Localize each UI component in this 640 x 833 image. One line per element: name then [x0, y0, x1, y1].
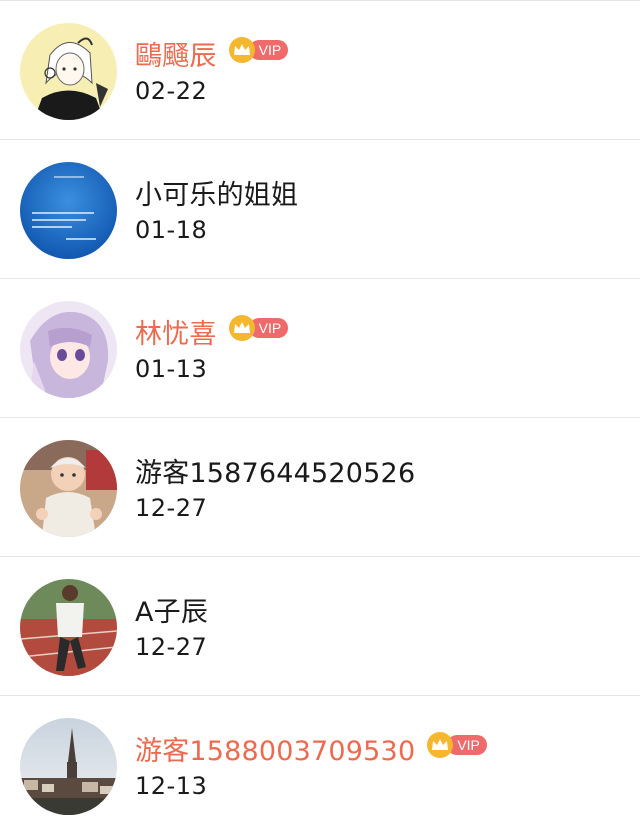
anime-girl-avatar-icon[interactable]: [20, 23, 117, 120]
list-item[interactable]: A子辰 12-27: [0, 556, 640, 695]
visit-date: 12-13: [135, 772, 208, 800]
crown-icon: [427, 732, 454, 758]
baby-photo-avatar-icon[interactable]: [20, 440, 117, 537]
user-name[interactable]: 林忧喜: [135, 312, 217, 351]
user-name[interactable]: 游客1587644520526: [135, 451, 415, 490]
vip-badge: VIP: [228, 37, 289, 63]
list-item[interactable]: 游客1587644520526 12-27: [0, 417, 640, 556]
crown-icon: [228, 37, 255, 63]
vip-label: VIP: [447, 735, 487, 755]
vip-badge: VIP: [228, 315, 289, 341]
list-item[interactable]: 鷗颾辰 VIP 02-22: [0, 0, 640, 139]
visit-date: 12-27: [135, 633, 208, 661]
visit-date: 12-27: [135, 494, 208, 522]
running-track-avatar-icon[interactable]: [20, 579, 117, 676]
user-name[interactable]: 鷗颾辰: [135, 34, 217, 73]
list-item[interactable]: 小可乐的姐姐 01-18: [0, 139, 640, 278]
user-name[interactable]: A子辰: [135, 590, 208, 629]
user-name[interactable]: 游客1588003709530: [135, 729, 415, 768]
list-item[interactable]: 游客1588003709530 VIP 12-13: [0, 695, 640, 833]
visitor-list: 鷗颾辰 VIP 02-22 小可乐的姐姐 01-18 林忧喜 VIP 01-13…: [0, 0, 640, 833]
blue-text-avatar-icon[interactable]: [20, 162, 117, 259]
visit-date: 01-13: [135, 355, 208, 383]
visit-date: 01-18: [135, 216, 208, 244]
crown-icon: [228, 315, 255, 341]
visit-date: 02-22: [135, 77, 208, 105]
anime-purple-hair-avatar-icon[interactable]: [20, 301, 117, 398]
user-name[interactable]: 小可乐的姐姐: [135, 173, 298, 212]
list-item[interactable]: 林忧喜 VIP 01-13: [0, 278, 640, 417]
vip-badge: VIP: [427, 732, 487, 758]
church-town-avatar-icon[interactable]: [20, 718, 117, 815]
